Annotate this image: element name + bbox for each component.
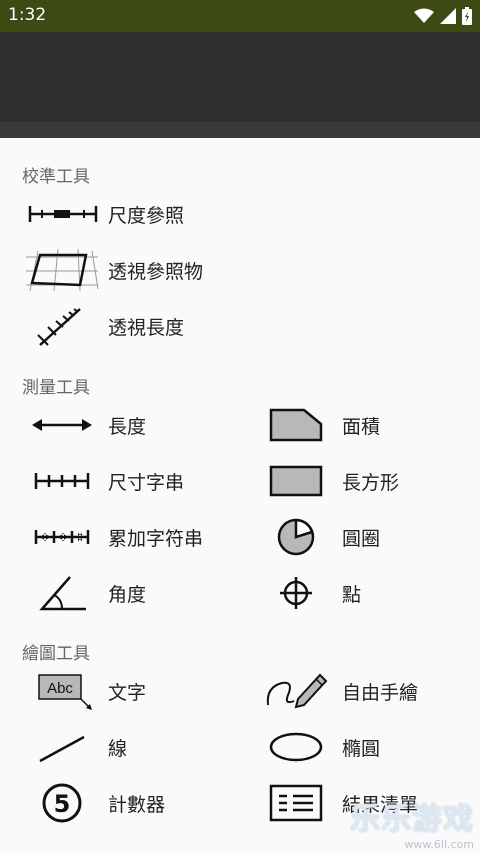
tool-counter[interactable]: 5 計數器 (22, 778, 165, 828)
section-title-measure: 測量工具 (22, 378, 90, 398)
tool-label: 角度 (108, 583, 147, 606)
battery-icon (462, 7, 472, 25)
tool-perspective-length[interactable]: 透視長度 (22, 301, 184, 351)
tool-label: 面積 (342, 415, 381, 438)
tool-label: 計數器 (108, 793, 166, 816)
circle-sector-icon (256, 514, 336, 560)
tool-dimension-string[interactable]: 尺寸字串 (22, 456, 184, 506)
tool-line[interactable]: 線 (22, 722, 127, 772)
status-time: 1:32 (8, 5, 47, 25)
watermark-text: 乐乐游戏 (350, 802, 474, 837)
tool-label: 透視參照物 (108, 260, 204, 283)
result-list-icon (256, 780, 336, 826)
dimension-string-icon (22, 458, 102, 504)
tool-rectangle[interactable]: 長方形 (256, 456, 399, 506)
area-polygon-icon (256, 402, 336, 448)
crosshair-icon (256, 570, 336, 616)
tool-label: 點 (342, 583, 362, 606)
tool-angle[interactable]: 角度 (22, 568, 146, 618)
tool-ellipse[interactable]: 橢圓 (256, 722, 380, 772)
watermark-url: www.6ll.com (404, 838, 474, 851)
pencil-freehand-icon (256, 668, 336, 714)
background-strip (0, 122, 480, 138)
tool-circle[interactable]: 圓圈 (256, 512, 380, 562)
tool-label: 透視長度 (108, 316, 185, 339)
text-box-icon: Abc (22, 668, 102, 714)
tool-label: 圓圈 (342, 527, 381, 550)
tool-text[interactable]: Abc 文字 (22, 666, 146, 716)
background-content (0, 32, 480, 138)
tool-area[interactable]: 面積 (256, 400, 380, 450)
perspective-length-icon (22, 303, 102, 349)
tool-sheet: 校準工具 尺度參照 透視參照物 透視長度 測量工具 長度 面積 尺寸字串 長方形… (0, 138, 480, 853)
tool-label: 累加字符串 (108, 527, 204, 550)
tool-label: 自由手繪 (342, 681, 419, 704)
double-arrow-icon (22, 402, 102, 448)
rectangle-icon (256, 458, 336, 504)
tool-result-list[interactable]: 結果清單 (256, 778, 418, 828)
ellipse-icon (256, 724, 336, 770)
tool-label: 線 (108, 737, 128, 760)
counter-icon: 5 (22, 780, 102, 826)
status-bar: 1:32 (0, 0, 480, 32)
text-icon-label: Abc (47, 680, 73, 697)
angle-icon (22, 570, 102, 616)
tool-perspective-reference[interactable]: 透視參照物 (22, 245, 203, 295)
tool-freehand[interactable]: 自由手繪 (256, 666, 418, 716)
section-title-drawing: 繪圖工具 (22, 644, 90, 664)
status-icons (414, 6, 472, 26)
tool-length[interactable]: 長度 (22, 400, 146, 450)
section-title-calibration: 校準工具 (22, 167, 90, 187)
tool-label: 長方形 (342, 471, 400, 494)
cumulative-string-icon (22, 514, 102, 560)
perspective-grid-icon (22, 247, 102, 293)
tool-label: 長度 (108, 415, 147, 438)
cell-signal-icon (440, 8, 456, 24)
tool-cumulative-string[interactable]: 累加字符串 (22, 512, 203, 562)
tool-point[interactable]: 點 (256, 568, 361, 618)
tool-label: 尺度參照 (108, 204, 185, 227)
tool-label: 橢圓 (342, 737, 381, 760)
tool-scale-reference[interactable]: 尺度參照 (22, 189, 184, 239)
wifi-icon (414, 8, 434, 23)
watermark: 乐乐游戏 www.6ll.com (350, 794, 474, 851)
scale-reference-icon (22, 191, 102, 237)
tool-label: 文字 (108, 681, 147, 704)
counter-icon-label: 5 (54, 790, 71, 818)
tool-label: 尺寸字串 (108, 471, 185, 494)
line-icon (22, 724, 102, 770)
